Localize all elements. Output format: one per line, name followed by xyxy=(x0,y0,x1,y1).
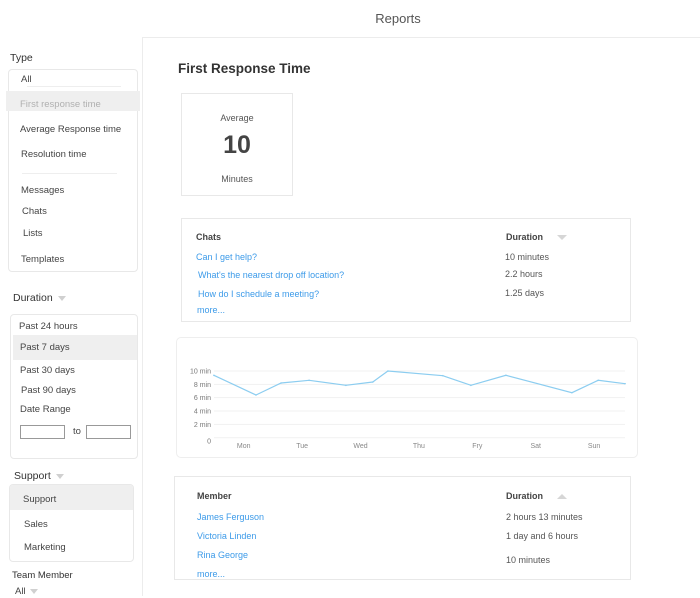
chevron-down-icon xyxy=(29,588,38,594)
type-item-messages[interactable]: Messages xyxy=(21,185,64,197)
type-list-divider xyxy=(27,86,121,87)
team-dropdown-label: Support xyxy=(14,470,51,482)
team-member-value: All xyxy=(15,586,26,597)
type-item-lists[interactable]: Lists xyxy=(23,228,43,240)
type-item-first-response-time[interactable]: First response time xyxy=(20,99,101,111)
data-point xyxy=(308,379,310,382)
series-line xyxy=(213,370,626,396)
x-tick-label: Mon xyxy=(237,443,251,450)
chats-table: Chats Duration Can I get help? 10 minute… xyxy=(181,218,631,322)
team-member-dropdown[interactable]: All xyxy=(15,586,38,598)
data-point xyxy=(505,374,507,377)
date-range-separator: to xyxy=(73,426,81,437)
team-dropdown[interactable]: Support xyxy=(14,470,64,482)
y-tick-label: 4 min xyxy=(194,409,211,416)
duration-sort-header[interactable]: Duration xyxy=(506,491,567,501)
x-tick-label: Thu xyxy=(413,443,425,450)
date-range-from-input[interactable] xyxy=(20,425,65,439)
stat-value: 10 xyxy=(223,131,251,159)
page-header-title: Reports xyxy=(375,11,421,26)
duration-item-past-24-hours[interactable]: Past 24 hours xyxy=(19,321,78,333)
chat-link[interactable]: Can I get help? xyxy=(196,252,257,262)
y-tick-label: 6 min xyxy=(194,395,211,402)
type-item-templates[interactable]: Templates xyxy=(21,254,64,266)
duration-item-past-90-days[interactable]: Past 90 days xyxy=(21,385,76,397)
member-link[interactable]: Rina George xyxy=(197,550,248,560)
type-item-all[interactable]: All xyxy=(21,74,32,86)
member-link[interactable]: Victoria Linden xyxy=(197,531,256,541)
x-tick-label: Sat xyxy=(530,443,541,450)
member-duration: 10 minutes xyxy=(506,555,551,565)
duration-item-date-range[interactable]: Date Range xyxy=(20,404,71,416)
duration-sort-header[interactable]: Duration xyxy=(506,232,567,242)
type-item-average-response-time[interactable]: Average Response time xyxy=(20,124,121,136)
x-tick-label: Sun xyxy=(588,443,601,450)
y-tick-label: 0 xyxy=(207,439,211,446)
duration-item-past-30-days[interactable]: Past 30 days xyxy=(20,365,75,377)
duration-column-header: Duration xyxy=(506,491,543,501)
data-point xyxy=(442,374,444,377)
data-point xyxy=(624,382,626,385)
team-member-label: Team Member xyxy=(12,570,73,581)
stat-caption: Average xyxy=(220,113,254,123)
chart-canvas: 0 2 min 4 min 6 min 8 min 10 min Mon Tue Wed Thu F… xyxy=(190,369,626,450)
y-tick-label: 2 min xyxy=(194,422,211,429)
data-point xyxy=(371,381,374,383)
members-more-link[interactable]: more... xyxy=(197,569,225,579)
x-tick-label: Tue xyxy=(296,443,308,450)
type-item-resolution-time[interactable]: Resolution time xyxy=(21,149,86,161)
type-item-chats[interactable]: Chats xyxy=(22,206,47,218)
member-duration: 1 day and 6 hours xyxy=(506,531,579,541)
chevron-down-icon xyxy=(57,295,66,301)
data-point xyxy=(387,370,389,372)
chat-link[interactable]: How do I schedule a meeting? xyxy=(198,289,319,299)
member-link[interactable]: James Ferguson xyxy=(197,512,264,522)
team-item-support[interactable]: Support xyxy=(23,494,56,506)
sort-descending-icon xyxy=(557,235,567,241)
y-tick-label: 8 min xyxy=(194,382,211,389)
type-filter-label: Type xyxy=(10,52,33,64)
data-point xyxy=(470,384,472,387)
duration-dropdown-label: Duration xyxy=(13,292,53,304)
data-point xyxy=(280,382,282,384)
chat-duration: 10 minutes xyxy=(505,252,550,262)
data-point xyxy=(597,379,599,382)
data-point xyxy=(571,391,573,394)
chat-duration: 1.25 days xyxy=(505,288,545,298)
team-item-sales[interactable]: Sales xyxy=(24,519,48,531)
type-group-divider xyxy=(22,173,117,174)
chevron-down-icon xyxy=(55,473,64,479)
data-point xyxy=(213,374,215,377)
sidebar-divider xyxy=(142,37,143,596)
duration-item-past-7-days[interactable]: Past 7 days xyxy=(20,342,70,354)
stat-unit: Minutes xyxy=(221,174,253,184)
response-time-chart: 0 2 min 4 min 6 min 8 min 10 min Mon Tue Wed Thu F… xyxy=(176,337,638,458)
duration-dropdown[interactable]: Duration xyxy=(13,292,66,304)
x-tick-label: Fry xyxy=(472,443,483,450)
y-tick-label: 10 min xyxy=(190,369,211,376)
member-duration: 2 hours 13 minutes xyxy=(506,512,583,522)
chats-column-header: Chats xyxy=(196,232,222,242)
average-stat-card: Average 10 Minutes xyxy=(181,93,293,196)
date-range-to-input[interactable] xyxy=(86,425,131,439)
sort-ascending-icon xyxy=(557,494,567,500)
chat-duration: 2.2 hours xyxy=(505,269,543,279)
report-title: First Response Time xyxy=(178,61,311,76)
header-divider xyxy=(142,37,700,38)
data-point xyxy=(345,384,347,387)
member-column-header: Member xyxy=(197,491,232,501)
duration-column-header: Duration xyxy=(506,232,543,242)
members-table: Member Duration James Ferguson 2 hours 1… xyxy=(174,476,631,580)
x-tick-label: Wed xyxy=(353,443,367,450)
data-point xyxy=(255,394,257,396)
chats-more-link[interactable]: more... xyxy=(197,305,225,315)
chat-link[interactable]: What's the nearest drop off location? xyxy=(198,270,344,280)
team-item-marketing[interactable]: Marketing xyxy=(24,542,66,554)
